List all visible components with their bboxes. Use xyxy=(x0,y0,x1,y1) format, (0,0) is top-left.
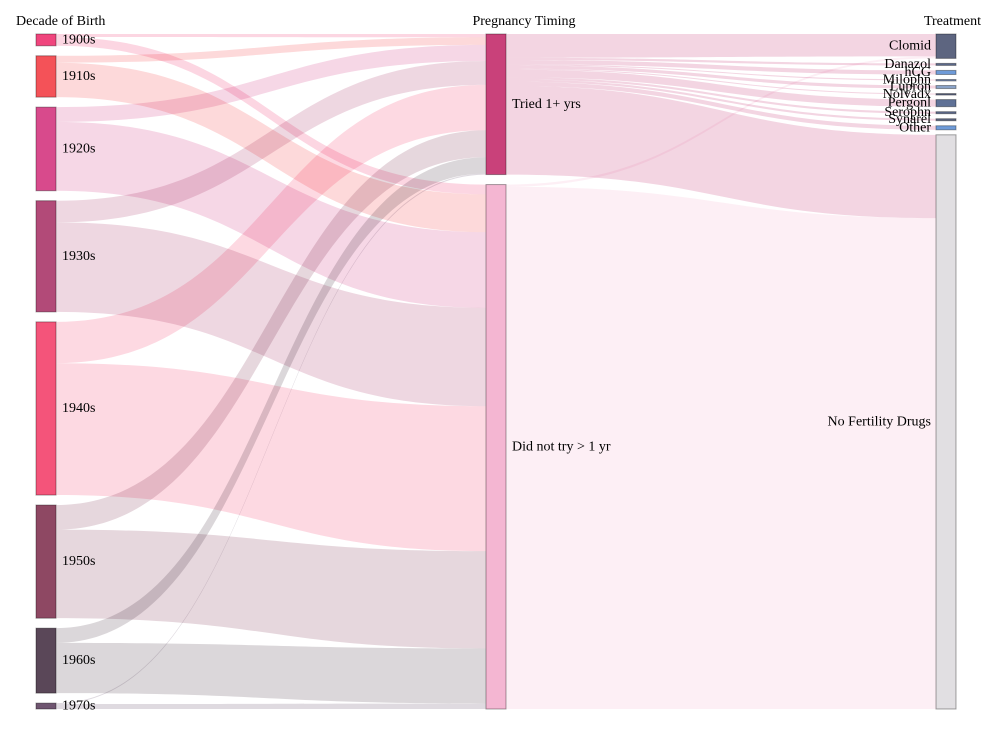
node-lupron xyxy=(935,85,957,90)
column-title-timing: Pregnancy Timing xyxy=(472,14,575,29)
node-clomid xyxy=(935,33,957,59)
node-d1950 xyxy=(35,504,57,619)
node-tried xyxy=(485,33,507,176)
node-label-nofert: No Fertility Drugs xyxy=(828,414,931,429)
node-notry xyxy=(485,184,507,710)
node-label-tried: Tried 1+ yrs xyxy=(512,97,581,112)
link-d1970-notry xyxy=(56,703,486,709)
node-label-clomid: Clomid xyxy=(889,39,931,54)
node-d1900 xyxy=(35,33,57,47)
node-danazol xyxy=(935,62,957,66)
node-hcg xyxy=(935,69,957,75)
node-label-d1930: 1930s xyxy=(62,249,95,264)
column-title-treatment: Treatment xyxy=(924,14,981,29)
sankey-diagram: 1900s 1910s 1920s 1930s 1940s 1950s 1960s 1970s… xyxy=(16,14,981,714)
node-pergonl xyxy=(935,99,957,108)
node-label-d1900: 1900s xyxy=(62,32,95,47)
node-d1910 xyxy=(35,55,57,98)
node-d1920 xyxy=(35,106,57,192)
node-label-d1950: 1950s xyxy=(62,554,95,569)
column-title-decade: Decade of Birth xyxy=(16,14,105,29)
node-nofert xyxy=(935,134,957,710)
link-tried-clomid xyxy=(506,34,936,58)
node-label-d1970: 1970s xyxy=(62,699,95,714)
node-label-d1910: 1910s xyxy=(62,69,95,84)
node-d1970 xyxy=(35,702,57,710)
column-titles: Decade of Birth Pregnancy Timing Treatment xyxy=(16,14,981,29)
node-serophn xyxy=(935,111,957,115)
node-label-notry: Did not try > 1 yr xyxy=(512,439,611,454)
node-d1940 xyxy=(35,321,57,496)
node-synarel xyxy=(935,118,957,122)
node-milophn xyxy=(935,78,957,82)
node-label-d1920: 1920s xyxy=(62,141,95,156)
node-nolvadx xyxy=(935,93,957,96)
node-d1960 xyxy=(35,627,57,694)
node-label-other: Other xyxy=(899,120,931,135)
link-d1960-notry xyxy=(56,642,486,704)
node-other xyxy=(935,125,957,131)
node-label-d1960: 1960s xyxy=(62,653,95,668)
link-d1900-tried xyxy=(56,34,486,38)
node-d1930 xyxy=(35,200,57,313)
node-label-d1940: 1940s xyxy=(62,401,95,416)
